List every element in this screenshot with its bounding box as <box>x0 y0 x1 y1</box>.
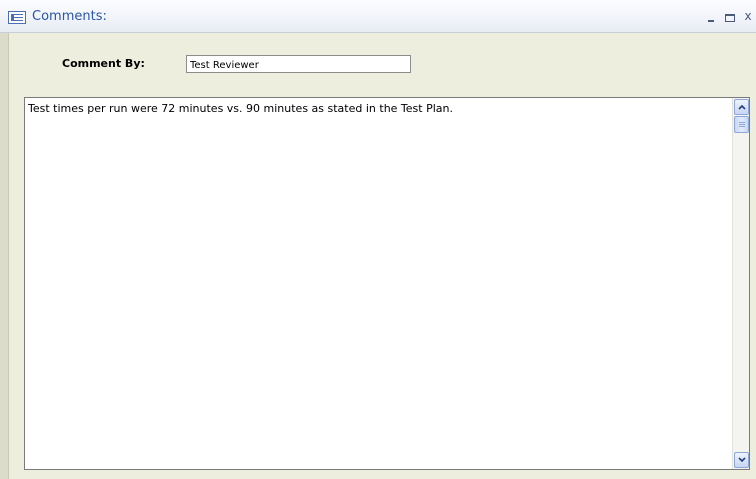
comments-form-window: Comments: x Comment By: Test times per r… <box>0 0 756 479</box>
minimize-icon <box>708 20 714 22</box>
vertical-scrollbar[interactable] <box>732 98 749 469</box>
comment-by-field[interactable] <box>186 55 411 73</box>
scroll-thumb[interactable] <box>734 116 749 133</box>
scroll-down-button[interactable] <box>734 452 749 468</box>
scroll-up-button[interactable] <box>734 99 749 115</box>
maximize-icon <box>725 14 735 22</box>
minimize-button[interactable] <box>704 7 720 25</box>
window-title: Comments: <box>32 9 107 24</box>
comment-textarea[interactable]: Test times per run were 72 minutes vs. 9… <box>24 97 750 470</box>
comment-text: Test times per run were 72 minutes vs. 9… <box>28 102 453 115</box>
close-button[interactable]: x <box>740 7 756 25</box>
chevron-down-icon <box>738 457 746 463</box>
comment-by-label: Comment By: <box>62 57 145 70</box>
chevron-up-icon <box>738 104 746 110</box>
record-selector-edge[interactable] <box>0 33 9 479</box>
maximize-button[interactable] <box>722 7 738 25</box>
form-icon <box>8 11 26 24</box>
close-icon: x <box>744 9 752 23</box>
title-bar[interactable]: Comments: x <box>0 0 756 33</box>
